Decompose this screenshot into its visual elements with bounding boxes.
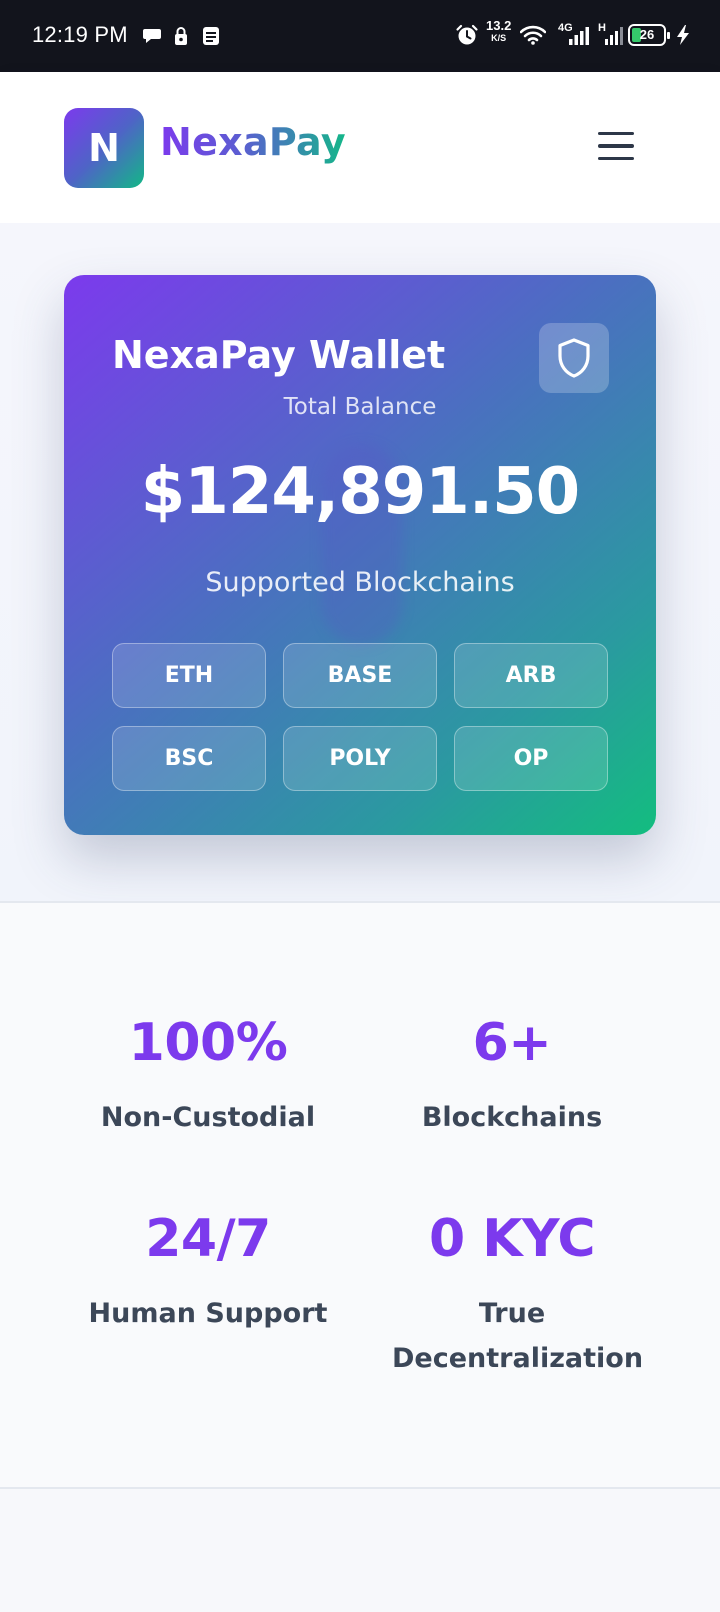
signal-strength-2-icon (605, 27, 623, 45)
stat-item: 100% Non-Custodial (58, 1013, 358, 1140)
charging-bolt-icon (677, 25, 689, 45)
document-icon (203, 27, 219, 45)
page-bottom-area (0, 1489, 720, 1612)
chain-chip-eth[interactable]: ETH (112, 643, 266, 708)
stat-label: Non-Custodial (100, 1102, 316, 1133)
site-header: N NexaPay (0, 72, 720, 223)
stat-item: 6+ Blockchains (362, 1013, 662, 1140)
chain-chip-base[interactable]: BASE (283, 643, 437, 708)
stats-section: 100% Non-Custodial 6+ Blockchains 24/7 H… (0, 901, 720, 1489)
stat-label: Human Support (88, 1298, 328, 1329)
status-time: 12:19 PM (32, 22, 128, 47)
stat-value: 6+ (472, 1013, 552, 1073)
network-speed: 13.2 K/S (486, 18, 512, 43)
signal-strength-icon (569, 27, 589, 45)
stat-value: 0 KYC (428, 1209, 596, 1269)
stat-value: 24/7 (145, 1209, 271, 1269)
battery-indicator: 26 (628, 24, 670, 46)
lock-icon (175, 27, 187, 45)
chain-chip-arb[interactable]: ARB (454, 643, 608, 708)
chat-bubble-icon (143, 29, 161, 43)
wallet-title: NexaPay Wallet (112, 333, 446, 377)
wifi-icon (520, 25, 546, 45)
stat-item: 0 KYC True Decentralization (362, 1209, 662, 1381)
stat-label: True Decentralization (392, 1298, 644, 1374)
supported-blockchains-label: Supported Blockchains (205, 567, 515, 598)
logo-mark[interactable]: N (64, 108, 144, 188)
hamburger-menu-icon[interactable] (592, 122, 640, 170)
chain-chip-op[interactable]: OP (454, 726, 608, 791)
brand-name[interactable]: NexaPay (160, 120, 346, 164)
shield-icon (539, 323, 609, 393)
balance-amount: $124,891.50 (140, 455, 580, 529)
balance-label: Total Balance (283, 394, 437, 420)
alarm-icon (456, 24, 478, 45)
stat-item: 24/7 Human Support (58, 1209, 358, 1336)
chain-chip-poly[interactable]: POLY (283, 726, 437, 791)
status-bar: 12:19 PM 13.2 K/S 4G H 26 (0, 0, 720, 72)
hero-section: NexaPay Wallet Total Balance $124,891.50… (0, 223, 720, 901)
wallet-card: NexaPay Wallet Total Balance $124,891.50… (64, 275, 656, 835)
chain-chip-bsc[interactable]: BSC (112, 726, 266, 791)
stat-value: 100% (128, 1013, 288, 1073)
stat-label: Blockchains (421, 1102, 603, 1133)
blockchain-chip-grid: ETH BASE ARB BSC POLY OP (112, 643, 608, 791)
